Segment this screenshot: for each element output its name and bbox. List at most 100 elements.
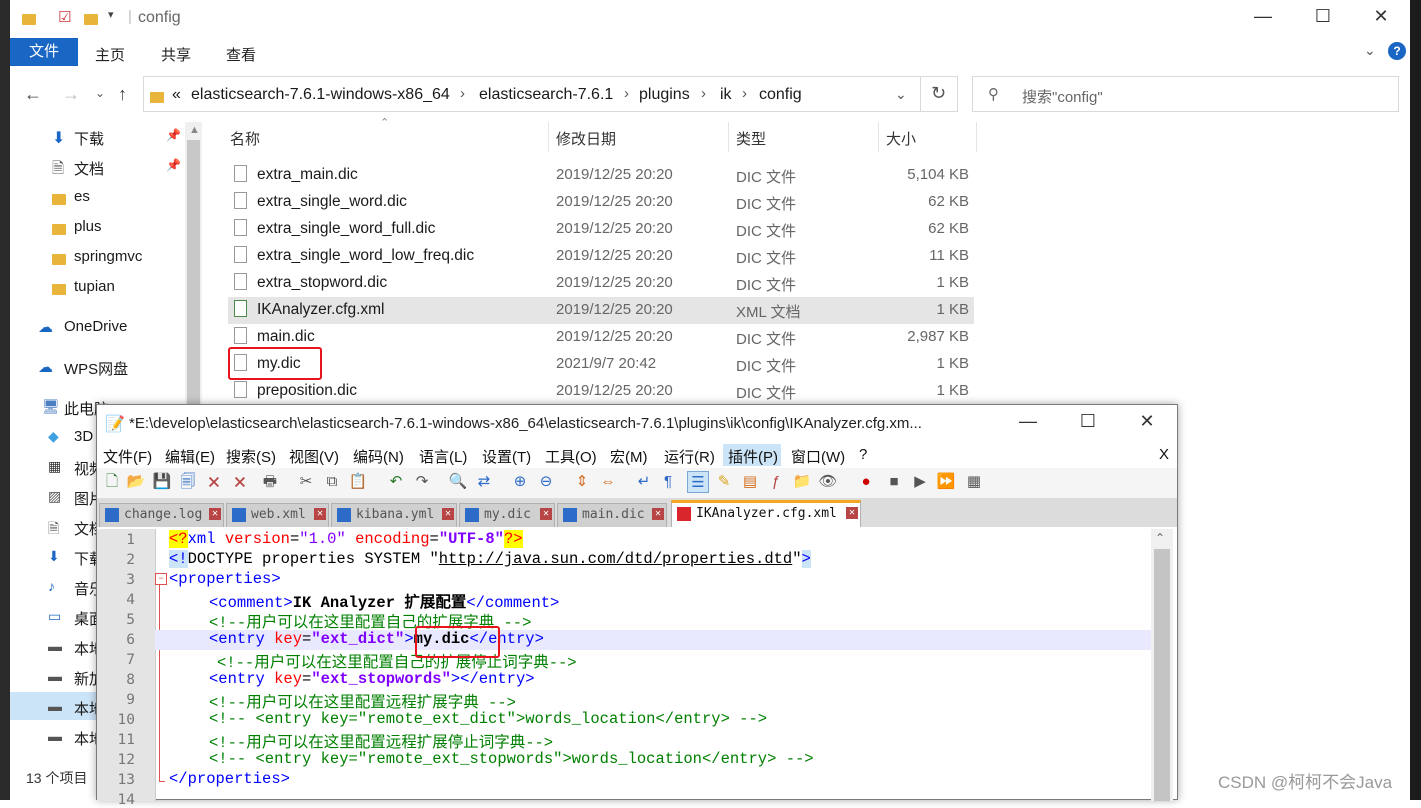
file-row[interactable]: my.dic 2021/9/7 20:42 DIC 文件 1 KB	[228, 351, 974, 378]
record-macro-icon[interactable]: ●	[855, 471, 877, 493]
ribbon-tab-file[interactable]: 文件	[10, 38, 78, 66]
folder-workspace-icon[interactable]: 📁	[791, 471, 813, 493]
redo-icon[interactable]: ↷	[411, 471, 433, 493]
new-file-icon[interactable]: 🗋	[101, 471, 123, 493]
play-macro-icon[interactable]: ▶	[909, 471, 931, 493]
refresh-icon[interactable]: ↻	[931, 83, 946, 104]
doc-map-icon[interactable]: ▤	[739, 471, 761, 493]
code-line[interactable]: <entry key="ext_stopwords"></entry>	[209, 670, 535, 688]
doctype-url[interactable]: http://java.sun.com/dtd/properties.dtd	[439, 550, 792, 568]
menu-search[interactable]: 搜索(S)	[226, 446, 276, 467]
menu-language[interactable]: 语言(L)	[419, 446, 467, 467]
ribbon-tab-view[interactable]: 查看	[226, 44, 256, 65]
help-icon[interactable]: ?	[1388, 42, 1406, 60]
ribbon-tab-home[interactable]: 主页	[95, 44, 125, 65]
nav-item-wps[interactable]: WPS网盘	[64, 358, 128, 379]
recent-locations-icon[interactable]: ⌄	[95, 86, 105, 100]
npp-close-button[interactable]: ✕	[1124, 411, 1170, 432]
pin-icon[interactable]: 📌	[166, 128, 181, 142]
sync-vertical-icon[interactable]: ⇕	[571, 471, 593, 493]
scroll-up-icon[interactable]: ▲	[189, 124, 200, 136]
nav-item-plus[interactable]: plus	[74, 218, 102, 235]
code-line[interactable]: <?xml version="1.0" encoding="UTF-8"?>	[169, 530, 523, 548]
tab-my-dic[interactable]: my.dic ✕	[459, 503, 555, 527]
print-icon[interactable]: 🖶	[259, 471, 281, 493]
word-wrap-icon[interactable]: ↵	[633, 471, 655, 493]
save-macro-icon[interactable]: ▦	[963, 471, 985, 493]
menu-run[interactable]: 运行(R)	[664, 446, 715, 467]
tab-close-icon[interactable]: ✕	[540, 508, 552, 520]
code-line[interactable]: <!-- <entry key="remote_ext_dict">words_…	[209, 710, 767, 728]
scroll-up-icon[interactable]: ⌃	[1155, 531, 1165, 545]
maximize-button[interactable]: ☐	[1300, 6, 1346, 27]
save-all-icon[interactable]: 🗐	[177, 471, 199, 493]
column-header-type[interactable]: 类型	[736, 128, 766, 149]
new-folder-icon[interactable]	[84, 10, 98, 27]
ribbon-expand-icon[interactable]: ⌄	[1364, 42, 1376, 59]
tab-close-icon[interactable]: ✕	[314, 508, 326, 520]
tab-main-dic[interactable]: main.dic ✕	[557, 503, 667, 527]
tab-close-icon[interactable]: ✕	[846, 507, 858, 519]
nav-item-downloads[interactable]: 下载	[74, 128, 104, 149]
minimize-button[interactable]: —	[1240, 6, 1286, 27]
file-row[interactable]: extra_single_word.dic 2019/12/25 20:20 D…	[228, 189, 974, 216]
column-divider[interactable]	[548, 122, 549, 152]
run-macro-multiple-icon[interactable]: ⏩	[935, 471, 957, 493]
code-line[interactable]: <!-- <entry key="remote_ext_stopwords">w…	[209, 750, 814, 768]
open-file-icon[interactable]: 📂	[125, 471, 147, 493]
breadcrumb-item[interactable]: elasticsearch-7.6.1-windows-x86_64	[191, 86, 450, 104]
tab-web-xml[interactable]: web.xml ✕	[226, 503, 329, 527]
column-divider[interactable]	[976, 122, 977, 152]
ribbon-tab-share[interactable]: 共享	[161, 44, 191, 65]
menu-plugins[interactable]: 插件(P)	[728, 446, 778, 467]
close-file-icon[interactable]: 🗙	[203, 471, 225, 493]
pin-icon[interactable]: 📌	[166, 158, 181, 172]
properties-icon[interactable]: ☑	[58, 8, 71, 26]
breadcrumb-item[interactable]: config	[759, 86, 802, 104]
nav-item-springmvc[interactable]: springmvc	[74, 248, 142, 265]
breadcrumb-item[interactable]: elasticsearch-7.6.1	[479, 86, 613, 104]
address-dropdown-icon[interactable]: ⌄	[895, 86, 907, 103]
monitoring-icon[interactable]: 👁	[817, 471, 839, 493]
menu-file[interactable]: 文件(F)	[103, 446, 152, 467]
nav-item-documents[interactable]: 文档	[74, 158, 104, 179]
file-row[interactable]: preposition.dic 2019/12/25 20:20 DIC 文件 …	[228, 378, 974, 405]
tab-ikanalyzer-active[interactable]: IKAnalyzer.cfg.xml ✕	[671, 500, 861, 527]
file-row[interactable]: extra_main.dic 2019/12/25 20:20 DIC 文件 5…	[228, 162, 974, 189]
tab-close-icon[interactable]: ✕	[209, 508, 221, 520]
editor-scroll-thumb[interactable]	[1154, 549, 1170, 801]
paste-icon[interactable]: 📋	[347, 471, 369, 493]
file-row[interactable]: extra_single_word_full.dic 2019/12/25 20…	[228, 216, 974, 243]
npp-maximize-button[interactable]: ☐	[1065, 411, 1111, 432]
zoom-out-icon[interactable]: ⊖	[535, 471, 557, 493]
nav-item-tupian[interactable]: tupian	[74, 278, 115, 295]
zoom-in-icon[interactable]: ⊕	[509, 471, 531, 493]
save-icon[interactable]: 💾	[151, 471, 173, 493]
menu-help[interactable]: ?	[859, 446, 867, 463]
menu-settings[interactable]: 设置(T)	[482, 446, 531, 467]
npp-minimize-button[interactable]: —	[1005, 411, 1051, 432]
language-udf-icon[interactable]: ✎	[713, 471, 735, 493]
replace-icon[interactable]: ⇄	[473, 471, 495, 493]
column-divider[interactable]	[878, 122, 879, 152]
copy-icon[interactable]: ⧉	[321, 471, 343, 493]
menu-edit[interactable]: 编辑(E)	[165, 446, 215, 467]
sync-horizontal-icon[interactable]: ⇔	[597, 471, 619, 493]
show-all-chars-icon[interactable]: ¶	[657, 471, 679, 493]
menu-view[interactable]: 视图(V)	[289, 446, 339, 467]
nav-item-3d[interactable]: 3D	[74, 428, 93, 445]
indent-guide-icon[interactable]: ☰	[687, 471, 709, 493]
back-arrow-icon[interactable]: ←	[24, 84, 42, 105]
code-line[interactable]: <comment>IK Analyzer 扩展配置</comment>	[209, 590, 559, 612]
up-arrow-icon[interactable]: ↑	[118, 84, 127, 105]
menu-macro[interactable]: 宏(M)	[610, 446, 648, 467]
quick-access-dropdown-icon[interactable]: ▾	[108, 8, 114, 21]
forward-arrow-icon[interactable]: →	[62, 84, 80, 105]
nav-item-onedrive[interactable]: OneDrive	[64, 318, 127, 335]
file-row[interactable]: extra_stopword.dic 2019/12/25 20:20 DIC …	[228, 270, 974, 297]
tab-change-log[interactable]: change.log ✕	[99, 503, 224, 527]
breadcrumb-item[interactable]: ik	[720, 86, 732, 104]
tab-close-icon[interactable]: ✕	[442, 508, 454, 520]
fold-toggle-icon[interactable]: −	[155, 573, 167, 585]
close-button[interactable]: ✕	[1358, 6, 1404, 27]
